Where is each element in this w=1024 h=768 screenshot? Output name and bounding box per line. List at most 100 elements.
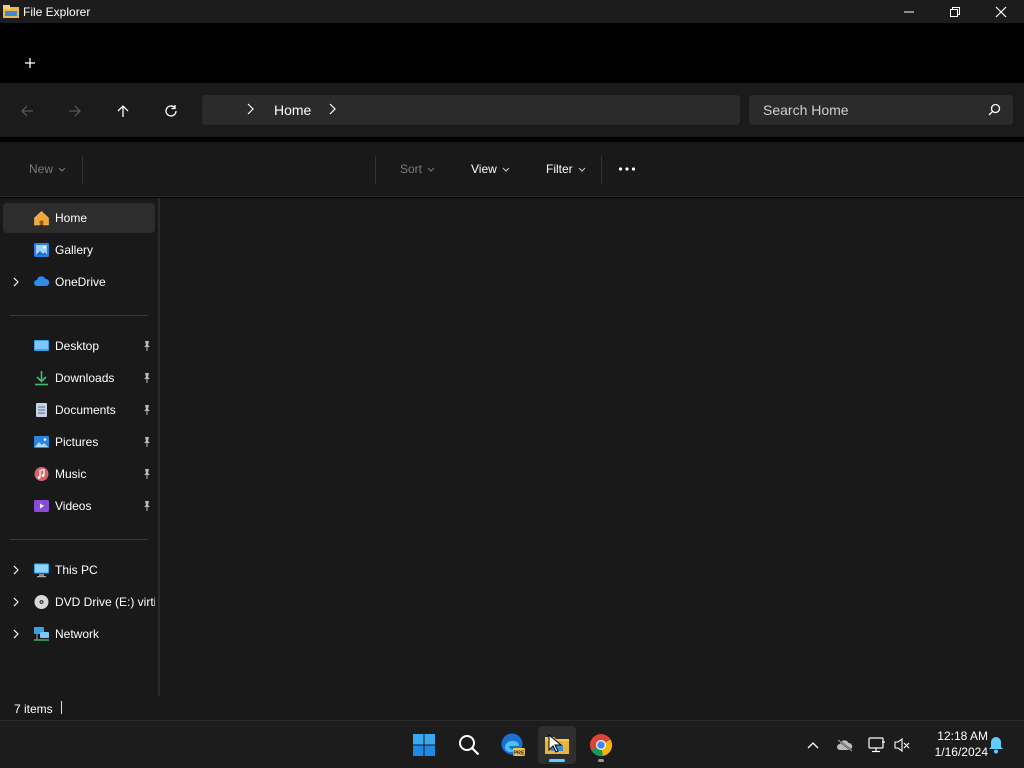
file-explorer-icon xyxy=(2,0,20,23)
chevron-down-icon xyxy=(427,167,435,172)
ethernet-icon xyxy=(868,737,885,753)
sidebar-item-pictures[interactable]: Pictures xyxy=(3,427,155,457)
search-icon xyxy=(988,103,1001,116)
sort-button[interactable]: Sort xyxy=(400,162,435,176)
file-list-area[interactable] xyxy=(160,198,1024,696)
sidebar-item-network[interactable]: Network xyxy=(3,619,155,649)
sidebar-item-label: Pictures xyxy=(55,435,99,449)
sidebar-item-label: Downloads xyxy=(55,371,115,385)
divider xyxy=(375,156,376,184)
sidebar-item-documents[interactable]: Documents xyxy=(3,395,155,425)
new-tab-button[interactable] xyxy=(18,51,42,75)
sidebar-item-label: Network xyxy=(55,627,100,641)
taskbar-edge-beta[interactable]: PRE xyxy=(494,726,532,764)
sort-label: Sort xyxy=(400,162,423,176)
network-tray-icon[interactable] xyxy=(867,735,887,755)
pin-icon[interactable] xyxy=(142,500,152,512)
up-button[interactable] xyxy=(109,97,137,125)
chevron-right-icon[interactable] xyxy=(11,628,21,640)
sidebar-item-home[interactable]: Home xyxy=(3,203,155,233)
notifications-button[interactable] xyxy=(986,735,1006,755)
sidebar-item-this-pc[interactable]: This PC xyxy=(3,555,155,585)
svg-text:PRE: PRE xyxy=(513,751,525,757)
pin-icon[interactable] xyxy=(142,372,152,384)
minimize-button[interactable] xyxy=(886,0,932,23)
view-button[interactable]: View xyxy=(471,162,510,176)
back-button[interactable] xyxy=(13,97,41,125)
chevron-right-icon[interactable] xyxy=(11,564,21,576)
taskbar-file-explorer[interactable] xyxy=(538,726,576,764)
onedrive-icon xyxy=(34,276,50,286)
chevron-right-icon[interactable] xyxy=(328,103,336,115)
sidebar-item-label: Videos xyxy=(55,499,92,513)
chevron-right-icon[interactable] xyxy=(11,596,21,608)
sidebar-item-downloads[interactable]: Downloads xyxy=(3,363,155,393)
item-count: 7 items xyxy=(14,702,53,716)
windows-logo-icon xyxy=(413,734,435,756)
pin-icon[interactable] xyxy=(142,436,152,448)
sidebar-item-music[interactable]: Music xyxy=(3,459,155,489)
search-button[interactable] xyxy=(450,726,488,764)
pin-icon[interactable] xyxy=(142,340,152,352)
sidebar-item-label: Music xyxy=(55,467,87,481)
pin-icon[interactable] xyxy=(142,468,152,480)
refresh-button[interactable] xyxy=(157,97,185,125)
new-button[interactable]: New xyxy=(29,162,66,176)
clock-time: 12:18 AM xyxy=(937,729,988,743)
arrow-right-icon xyxy=(69,105,81,117)
chevron-down-icon xyxy=(58,167,66,172)
sidebar-item-label: This PC xyxy=(55,563,98,577)
arrow-left-icon xyxy=(21,105,33,117)
more-options-button[interactable] xyxy=(618,166,636,172)
window-title: File Explorer xyxy=(23,4,91,19)
sidebar-item-onedrive[interactable]: OneDrive xyxy=(3,267,155,297)
network-icon xyxy=(34,627,49,641)
downloads-icon xyxy=(35,371,48,386)
navigation-bar: Home Search Home xyxy=(0,83,1024,137)
taskbar-chrome[interactable] xyxy=(582,726,620,764)
close-button[interactable] xyxy=(978,0,1024,23)
desktop-icon xyxy=(34,340,49,351)
onedrive-tray-icon[interactable] xyxy=(835,735,855,755)
clock[interactable]: 12:18 AM 1/16/2024 xyxy=(918,728,988,760)
cursor-icon xyxy=(548,734,562,753)
chevron-right-icon[interactable] xyxy=(11,276,21,288)
command-bar: New Sort View Filter xyxy=(0,142,1024,197)
bell-icon xyxy=(989,737,1003,754)
search-placeholder: Search Home xyxy=(763,102,849,118)
divider xyxy=(82,156,83,184)
volume-muted-icon xyxy=(894,737,910,753)
filter-button[interactable]: Filter xyxy=(546,162,586,176)
plus-icon xyxy=(25,58,35,68)
show-hidden-icons-button[interactable] xyxy=(803,735,823,755)
breadcrumb-home[interactable]: Home xyxy=(274,102,311,118)
more-icon xyxy=(618,167,636,171)
sidebar-item-label: DVD Drive (E:) virtio xyxy=(55,595,155,609)
arrow-up-icon xyxy=(117,105,129,117)
gallery-icon xyxy=(34,243,49,257)
pictures-icon xyxy=(34,436,49,448)
address-bar[interactable]: Home xyxy=(202,95,740,125)
chevron-up-icon xyxy=(807,742,819,749)
divider xyxy=(601,156,602,184)
sidebar-item-gallery[interactable]: Gallery xyxy=(3,235,155,265)
forward-button[interactable] xyxy=(61,97,89,125)
tab-strip xyxy=(0,23,1024,83)
search-icon xyxy=(459,735,480,756)
sidebar-item-label: OneDrive xyxy=(55,275,106,289)
sidebar-item-label: Documents xyxy=(55,403,116,417)
restore-button[interactable] xyxy=(932,0,978,23)
active-indicator xyxy=(549,759,565,762)
sidebar-item-label: Desktop xyxy=(55,339,100,353)
sidebar-divider xyxy=(10,315,148,316)
volume-tray-icon[interactable] xyxy=(892,735,912,755)
sidebar-item-desktop[interactable]: Desktop xyxy=(3,331,155,361)
home-icon xyxy=(34,211,49,226)
search-input[interactable]: Search Home xyxy=(749,95,1013,125)
documents-icon xyxy=(36,403,47,417)
sidebar-item-videos[interactable]: Videos xyxy=(3,491,155,521)
sidebar-item-dvd-drive[interactable]: DVD Drive (E:) virtio xyxy=(3,587,155,617)
chevron-right-icon[interactable] xyxy=(246,103,254,115)
pin-icon[interactable] xyxy=(142,404,152,416)
start-button[interactable] xyxy=(405,726,443,764)
